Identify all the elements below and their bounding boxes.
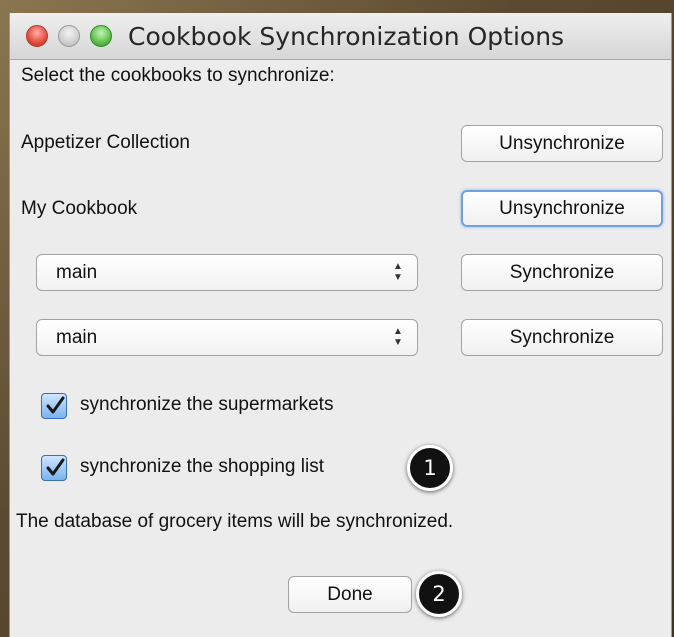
unsynchronize-my-cookbook-button[interactable]: Unsynchronize <box>461 190 663 227</box>
shopping-list-checkbox-label: synchronize the shopping list <box>80 456 324 477</box>
supermarkets-checkbox-label: synchronize the supermarkets <box>80 394 334 415</box>
callout-badge-2: 2 <box>416 571 462 617</box>
cookbook-select-2-value: main <box>56 327 98 348</box>
cookbook-name-my-cookbook: My Cookbook <box>21 198 138 219</box>
sync-options-dialog: Cookbook Synchronization Options Select … <box>9 13 672 637</box>
window-title: Cookbook Synchronization Options <box>128 22 565 51</box>
synchronize-button-1[interactable]: Synchronize <box>461 254 663 291</box>
instruction-text: Select the cookbooks to synchronize: <box>21 65 335 86</box>
cookbook-name-appetizer: Appetizer Collection <box>21 132 190 153</box>
shopping-list-checkbox[interactable] <box>41 455 67 481</box>
callout-badge-1: 1 <box>407 445 453 491</box>
minimize-window-button[interactable] <box>58 25 80 47</box>
supermarkets-checkbox[interactable] <box>41 393 67 419</box>
status-text: The database of grocery items will be sy… <box>16 511 454 532</box>
checkmark-icon <box>46 458 65 476</box>
zoom-window-button[interactable] <box>90 25 112 47</box>
synchronize-button-2[interactable]: Synchronize <box>461 319 663 356</box>
updown-arrows-icon: ▲ ▼ <box>393 261 403 283</box>
cookbook-select-2[interactable]: main ▲ ▼ <box>36 319 418 356</box>
cookbook-select-1[interactable]: main ▲ ▼ <box>36 254 418 291</box>
cookbook-select-1-value: main <box>56 262 98 283</box>
unsynchronize-appetizer-button[interactable]: Unsynchronize <box>461 125 663 162</box>
done-button[interactable]: Done <box>288 576 412 613</box>
title-bar: Cookbook Synchronization Options <box>10 13 671 60</box>
updown-arrows-icon: ▲ ▼ <box>393 326 403 348</box>
close-window-button[interactable] <box>26 25 48 47</box>
checkmark-icon <box>46 396 65 414</box>
